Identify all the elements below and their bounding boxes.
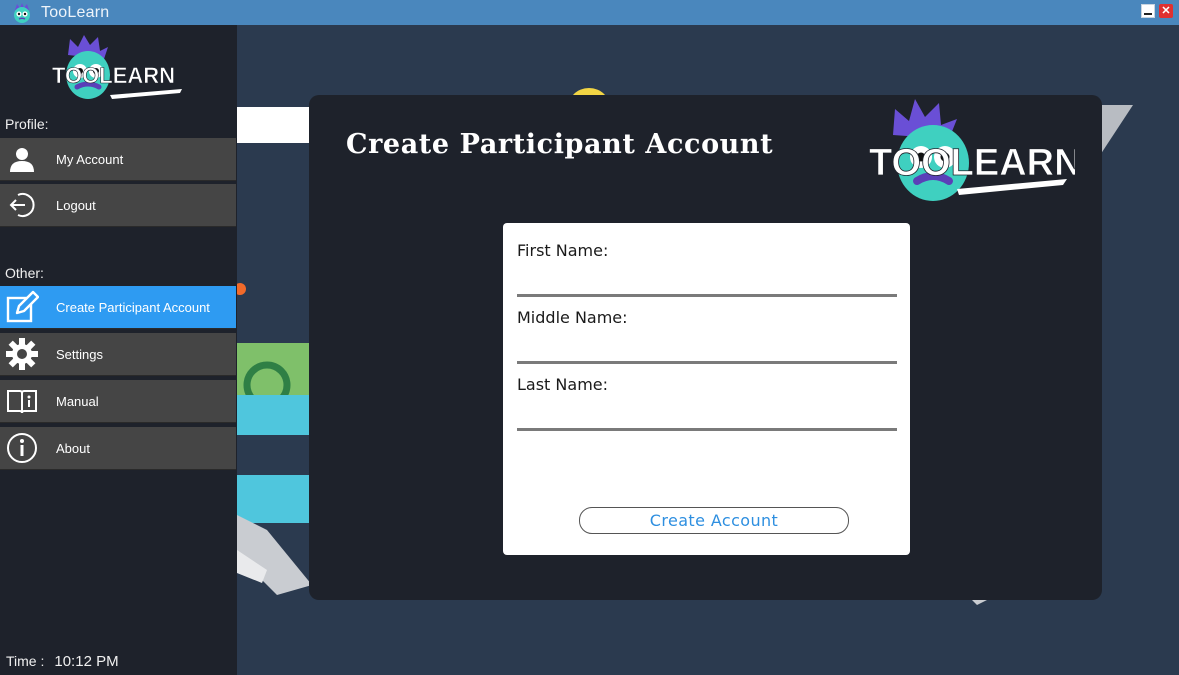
other-section-label: Other: — [5, 265, 44, 281]
nav-settings[interactable]: Settings — [0, 333, 236, 376]
create-account-button[interactable]: Create Account — [579, 507, 849, 534]
middle-name-field[interactable] — [517, 334, 897, 364]
nav-label: Manual — [56, 393, 99, 409]
window-title: TooLearn — [41, 3, 110, 21]
close-button[interactable]: ✕ — [1159, 4, 1173, 18]
title-bar: TooLearn ✕ — [0, 0, 1179, 25]
time-value: 10:12 PM — [54, 653, 119, 670]
first-name-field[interactable] — [517, 267, 897, 297]
logout-icon — [0, 184, 44, 227]
nav-label: Settings — [56, 346, 103, 362]
participant-form: First Name: Middle Name: Last Name: Crea… — [503, 223, 910, 555]
page-title: Create Participant Account — [346, 129, 774, 160]
first-name-label: First Name: — [517, 241, 609, 260]
nav-logout[interactable]: Logout — [0, 184, 236, 227]
gear-icon — [0, 333, 44, 376]
panel-logo: TOOLEARN — [865, 95, 1082, 207]
nav-label: Create Participant Account — [56, 299, 210, 315]
logo-text: TOOLEARN — [869, 142, 1075, 184]
nav-about[interactable]: About — [0, 427, 236, 470]
minimize-button[interactable] — [1141, 4, 1155, 18]
last-name-field[interactable] — [517, 401, 897, 431]
sidebar-logo: TOOLEARN — [50, 31, 190, 107]
nav-create-participant-account[interactable]: Create Participant Account — [0, 286, 236, 329]
create-account-panel: Create Participant Account TOOLEARN Firs… — [309, 95, 1102, 600]
nav-label: About — [56, 440, 90, 456]
nav-my-account[interactable]: My Account — [0, 138, 236, 181]
clock: Time : 10:12 PM — [6, 653, 119, 670]
nav-label: My Account — [56, 151, 124, 167]
sidebar: TOOLEARN Profile: My Account Logout Othe… — [0, 25, 237, 675]
user-icon — [0, 138, 44, 181]
last-name-label: Last Name: — [517, 375, 609, 394]
app-mascot-icon — [11, 2, 33, 24]
middle-name-label: Middle Name: — [517, 308, 628, 327]
nav-label: Logout — [56, 197, 96, 213]
profile-section-label: Profile: — [5, 116, 49, 132]
logo-text: TOOLEARN — [52, 63, 175, 88]
info-icon — [0, 427, 44, 470]
nav-manual[interactable]: Manual — [0, 380, 236, 423]
edit-icon — [0, 286, 44, 329]
book-icon — [0, 380, 44, 423]
time-label: Time : — [6, 653, 45, 669]
